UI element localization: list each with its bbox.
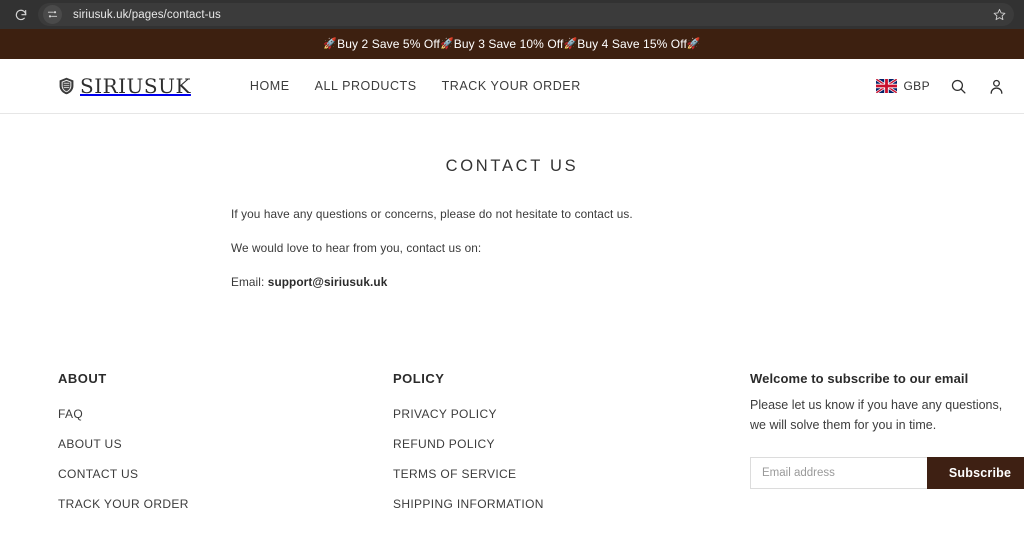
url-text: siriusuk.uk/pages/contact-us [73, 8, 221, 21]
browser-toolbar: siriusuk.uk/pages/contact-us [0, 0, 1024, 29]
newsletter-title: Welcome to subscribe to our email [750, 371, 969, 387]
address-bar[interactable]: siriusuk.uk/pages/contact-us [38, 3, 1014, 26]
promo-offer-1: Buy 2 Save 5% Off [337, 37, 440, 51]
site-logo[interactable]: SIRIUSUK [58, 74, 191, 98]
footer-link-refund-policy[interactable]: REFUND POLICY [393, 437, 750, 451]
search-button[interactable] [948, 76, 968, 96]
rocket-icon: 🚀 [563, 37, 578, 50]
footer-column-about: ABOUT FAQ ABOUT US CONTACT US TRACK YOUR… [58, 371, 393, 511]
main-content: CONTACT US If you have any questions or … [0, 114, 1024, 292]
site-header: SIRIUSUK HOME ALL PRODUCTS TRACK YOUR OR… [0, 59, 1024, 114]
newsletter-description: Please let us know if you have any quest… [750, 398, 1003, 432]
header-actions: GBP [876, 76, 1006, 96]
contact-paragraph-2: We would love to hear from you, contact … [231, 241, 482, 256]
subscribe-button[interactable]: Subscribe [927, 457, 1024, 490]
nav-item-track-your-order[interactable]: TRACK YOUR ORDER [442, 79, 581, 93]
account-icon [990, 79, 1002, 94]
footer-heading-policy: POLICY [393, 371, 445, 387]
search-icon [951, 79, 966, 94]
footer-link-terms-of-service[interactable]: TERMS OF SERVICE [393, 467, 750, 481]
footer-link-about-us[interactable]: ABOUT US [58, 437, 393, 451]
rocket-icon: 🚀 [686, 37, 701, 50]
page-title: CONTACT US [445, 157, 579, 175]
footer-link-contact-us[interactable]: CONTACT US [58, 467, 393, 481]
email-address[interactable]: support@siriusuk.uk [268, 275, 388, 289]
footer-link-shipping-information[interactable]: SHIPPING INFORMATION [393, 497, 750, 511]
currency-selector[interactable]: GBP [876, 79, 930, 93]
currency-code: GBP [903, 79, 930, 93]
footer-link-track-your-order[interactable]: TRACK YOUR ORDER [58, 497, 393, 511]
contact-details: If you have any questions or concerns, p… [231, 206, 793, 291]
promo-offer-3: Buy 4 Save 15% Off [577, 37, 687, 51]
footer-column-policy: POLICY PRIVACY POLICY REFUND POLICY TERM… [393, 371, 750, 511]
footer-link-faq[interactable]: FAQ [58, 407, 393, 421]
contact-email-line: Email: support@siriusuk.uk [231, 274, 793, 291]
footer-heading-about: ABOUT [58, 371, 107, 387]
tune-icon [47, 11, 58, 18]
contact-paragraph-1: If you have any questions or concerns, p… [231, 207, 633, 221]
uk-flag-icon [876, 79, 898, 93]
email-input[interactable] [750, 457, 927, 490]
rocket-icon: 🚀 [439, 37, 454, 50]
site-settings-icon[interactable] [43, 5, 62, 24]
main-navigation: HOME ALL PRODUCTS TRACK YOUR ORDER [250, 79, 581, 93]
bookmark-button[interactable] [990, 6, 1008, 24]
promo-offer-2: Buy 3 Save 10% Off [453, 37, 564, 51]
footer-column-newsletter: Welcome to subscribe to our email Please… [750, 371, 1024, 511]
account-button[interactable] [986, 76, 1006, 96]
star-icon [993, 8, 1005, 21]
reload-icon [15, 9, 27, 20]
site-footer: ABOUT FAQ ABOUT US CONTACT US TRACK YOUR… [0, 371, 1024, 511]
rocket-icon: 🚀 [323, 37, 338, 50]
email-label: Email: [231, 275, 265, 290]
logo-text: SIRIUSUK [80, 74, 191, 98]
nav-item-home[interactable]: HOME [250, 79, 290, 93]
footer-link-privacy-policy[interactable]: PRIVACY POLICY [393, 407, 750, 421]
shield-crest-icon [59, 77, 74, 95]
promo-banner: 🚀 Buy 2 Save 5% Off 🚀 Buy 3 Save 10% Off 🚀 Bu… [0, 29, 1024, 59]
reload-button[interactable] [10, 4, 32, 26]
subscribe-form: Subscribe [750, 457, 1024, 490]
nav-item-all-products[interactable]: ALL PRODUCTS [315, 79, 417, 93]
